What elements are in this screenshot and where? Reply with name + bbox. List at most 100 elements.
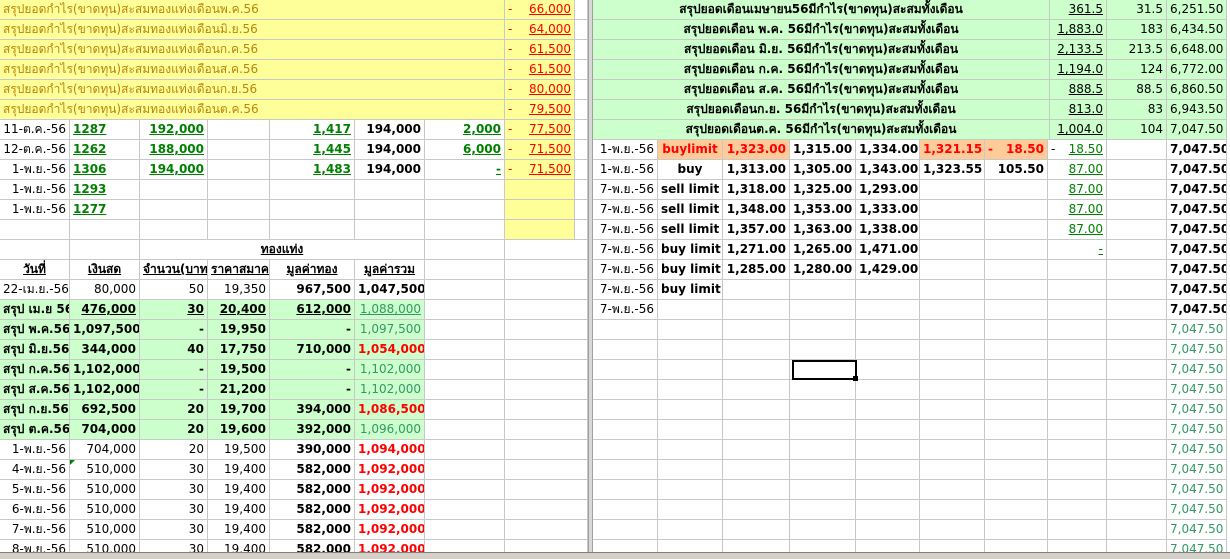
- cell[interactable]: [70, 220, 140, 240]
- trade-amount[interactable]: 194,000: [355, 160, 425, 180]
- gold-row-cash[interactable]: 80,000: [70, 280, 140, 300]
- cell[interactable]: [985, 420, 1048, 440]
- pane-split-divider[interactable]: [588, 0, 593, 559]
- order-date[interactable]: 7-พ.ย.-56: [593, 260, 658, 280]
- right-summary-points[interactable]: 104: [1107, 120, 1167, 140]
- order-stop-loss[interactable]: 1,280.00: [790, 260, 856, 280]
- cell[interactable]: [505, 400, 588, 420]
- cell[interactable]: [355, 220, 425, 240]
- cell[interactable]: [856, 520, 920, 540]
- gold-row-qty[interactable]: 30: [140, 480, 208, 500]
- cell[interactable]: [505, 280, 588, 300]
- trade-date[interactable]: 12-ต.ค.-56: [0, 140, 70, 160]
- cell[interactable]: [790, 480, 856, 500]
- order-entry-price[interactable]: 1,323.00: [723, 140, 790, 160]
- order-type[interactable]: buy limit: [658, 240, 723, 260]
- cell[interactable]: [505, 220, 575, 240]
- order-profit[interactable]: [985, 260, 1048, 280]
- fill-handle[interactable]: [853, 376, 858, 381]
- cell[interactable]: [920, 440, 985, 460]
- trade-cash[interactable]: [140, 200, 208, 220]
- cell[interactable]: [208, 220, 270, 240]
- balance-tail[interactable]: 7,047.50: [1167, 320, 1227, 340]
- cell[interactable]: [1107, 400, 1167, 420]
- cell[interactable]: [593, 420, 658, 440]
- order-balance[interactable]: 7,047.50: [1167, 200, 1227, 220]
- cell[interactable]: [790, 340, 856, 360]
- cell[interactable]: [856, 380, 920, 400]
- gold-row-cash[interactable]: 510,000: [70, 480, 140, 500]
- cell[interactable]: [856, 480, 920, 500]
- cell[interactable]: [723, 440, 790, 460]
- cell[interactable]: [790, 420, 856, 440]
- order-entry-price[interactable]: 1,285.00: [723, 260, 790, 280]
- order-take-profit[interactable]: [856, 300, 920, 320]
- gold-row-value[interactable]: 582,000: [270, 520, 355, 540]
- cell[interactable]: [270, 220, 355, 240]
- order-profit[interactable]: [985, 300, 1048, 320]
- right-summary-label[interactable]: สรุปยอดเดือน พ.ค. 56มีกำไร(ขาดทุน)สะสมทั…: [593, 20, 1050, 40]
- order-stop-loss[interactable]: [790, 300, 856, 320]
- trade-amount[interactable]: [355, 200, 425, 220]
- trade-diff[interactable]: -: [425, 160, 505, 180]
- cell[interactable]: [425, 260, 505, 280]
- cell[interactable]: [985, 320, 1048, 340]
- gold-row-price[interactable]: 19,600: [208, 420, 270, 440]
- order-cumulative[interactable]: [1048, 300, 1107, 320]
- cell[interactable]: [856, 500, 920, 520]
- trade-price[interactable]: 1,445: [270, 140, 355, 160]
- gold-row-value[interactable]: 710,000: [270, 340, 355, 360]
- cell[interactable]: [575, 20, 588, 40]
- order-profit[interactable]: [985, 280, 1048, 300]
- cell[interactable]: [425, 280, 505, 300]
- gold-row-total[interactable]: 1,094,000: [355, 440, 425, 460]
- gold-row-qty[interactable]: 30: [140, 520, 208, 540]
- gold-column-header[interactable]: เงินสด: [70, 260, 140, 280]
- cell[interactable]: [1107, 320, 1167, 340]
- trade-diff[interactable]: [425, 200, 505, 220]
- cell[interactable]: [425, 300, 505, 320]
- order-date[interactable]: 1-พ.ย.-56: [593, 140, 658, 160]
- cell[interactable]: [985, 340, 1048, 360]
- order-cumulative[interactable]: [1048, 280, 1107, 300]
- cell[interactable]: [425, 320, 505, 340]
- cell[interactable]: [425, 520, 505, 540]
- cell[interactable]: [425, 340, 505, 360]
- order-cumulative[interactable]: 87.00: [1048, 180, 1107, 200]
- gold-row-price[interactable]: 21,200: [208, 380, 270, 400]
- gold-row-price[interactable]: 19,400: [208, 500, 270, 520]
- order-take-profit[interactable]: 1,429.00: [856, 260, 920, 280]
- right-summary-value[interactable]: 361.5: [1050, 0, 1107, 20]
- cell[interactable]: [856, 400, 920, 420]
- cell[interactable]: [0, 240, 70, 260]
- trade-date[interactable]: 1-พ.ย.-56: [0, 160, 70, 180]
- cell[interactable]: [505, 260, 588, 280]
- cell[interactable]: [140, 220, 208, 240]
- order-fill-price[interactable]: [920, 240, 985, 260]
- cell[interactable]: [1107, 460, 1167, 480]
- gold-row-date[interactable]: สรุป เม.ย 56: [0, 300, 70, 320]
- order-fill-price[interactable]: 1,323.55: [920, 160, 985, 180]
- gold-row-total[interactable]: 1,092,000: [355, 460, 425, 480]
- cell[interactable]: [658, 520, 723, 540]
- order-profit[interactable]: [985, 200, 1048, 220]
- cell[interactable]: [505, 500, 588, 520]
- cell[interactable]: [593, 460, 658, 480]
- cell[interactable]: [505, 380, 588, 400]
- left-summary-label[interactable]: สรุปยอดกำไร(ขาดทุน)สะสมทองแท่งเดือนพ.ค.5…: [0, 0, 505, 20]
- balance-tail[interactable]: 7,047.50: [1167, 440, 1227, 460]
- cell[interactable]: [425, 360, 505, 380]
- balance-tail[interactable]: 7,047.50: [1167, 520, 1227, 540]
- right-summary-label[interactable]: สรุปยอดเดือน มิ.ย. 56มีกำไร(ขาดทุน)สะสมท…: [593, 40, 1050, 60]
- cell[interactable]: [208, 180, 270, 200]
- order-balance[interactable]: 7,047.50: [1167, 240, 1227, 260]
- gold-row-cash[interactable]: 510,000: [70, 520, 140, 540]
- gold-row-date[interactable]: 4-พ.ย.-56: [0, 460, 70, 480]
- order-fill-price[interactable]: [920, 260, 985, 280]
- cell[interactable]: [593, 500, 658, 520]
- cell[interactable]: [658, 400, 723, 420]
- order-fill-price[interactable]: [920, 300, 985, 320]
- gold-row-date[interactable]: สรุป พ.ค.56: [0, 320, 70, 340]
- gold-row-price[interactable]: 19,950: [208, 320, 270, 340]
- cell[interactable]: [723, 460, 790, 480]
